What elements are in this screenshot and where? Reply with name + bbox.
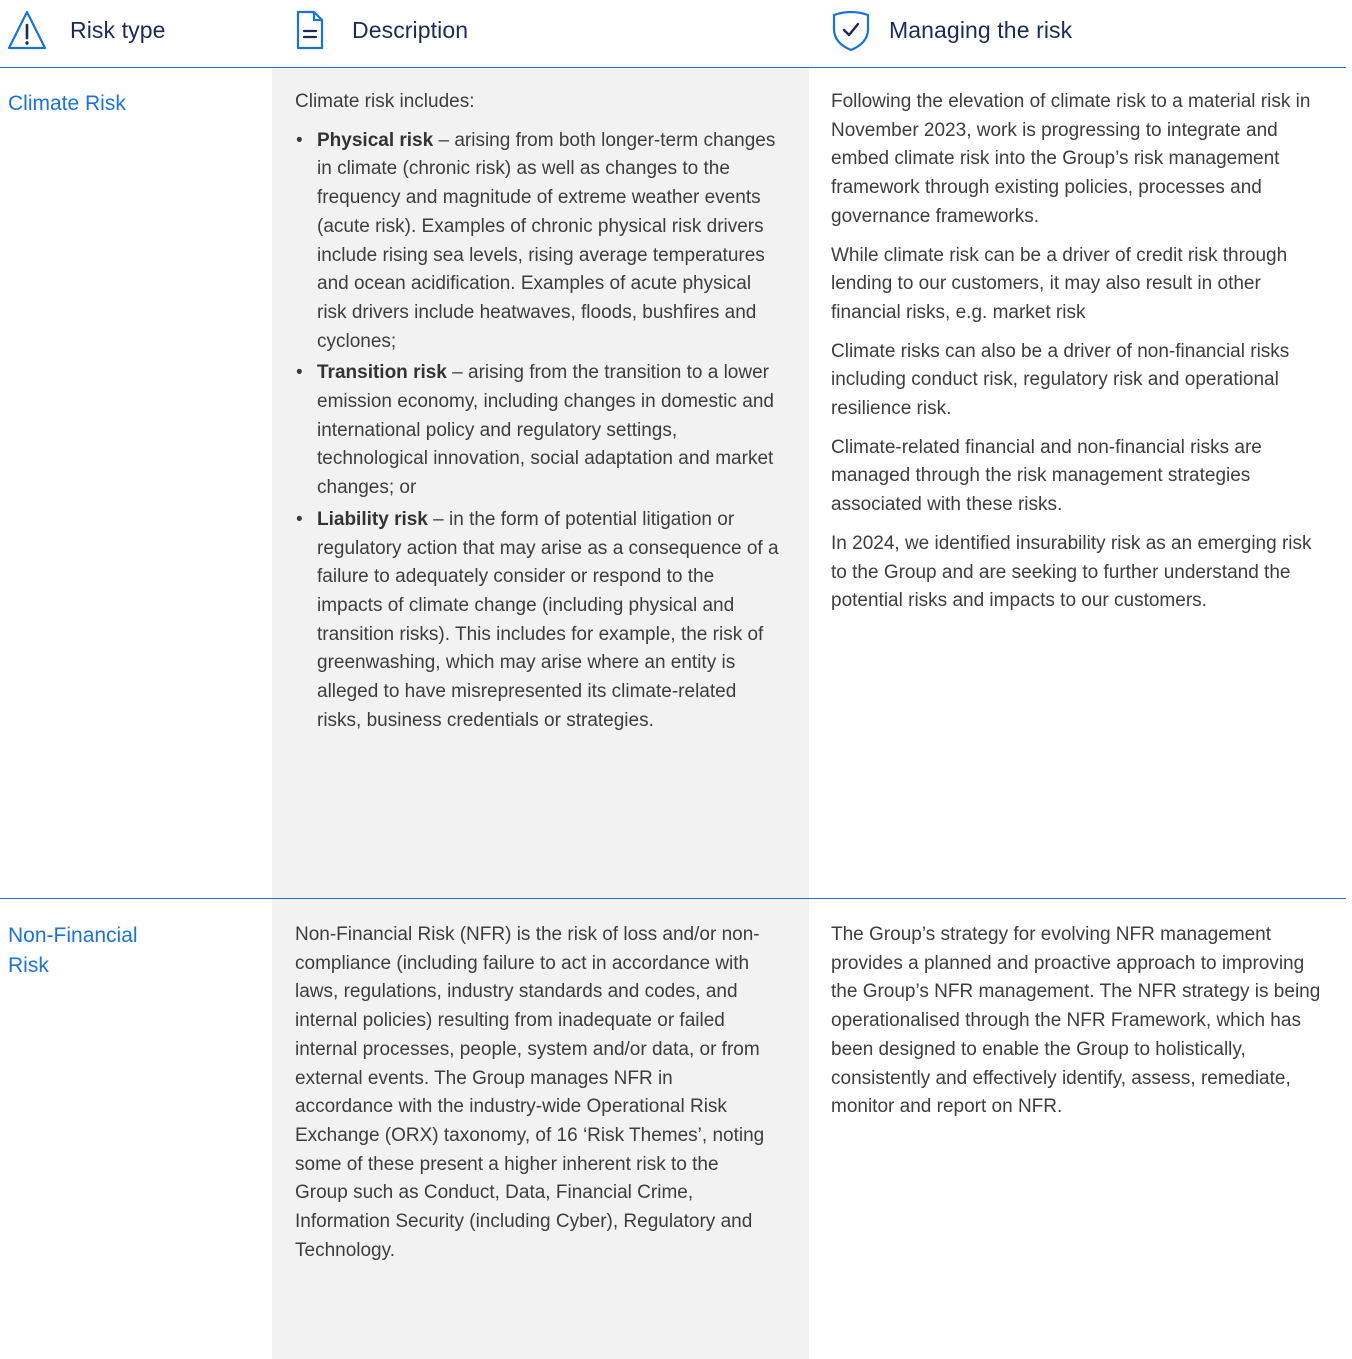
list-item: • Physical risk – arising from both long…	[295, 127, 780, 357]
climate-risk-list: • Physical risk – arising from both long…	[295, 127, 780, 736]
bullet-text: – arising from both longer-term changes …	[317, 129, 776, 352]
managing-paragraph: Climate-related financial and non-financ…	[831, 436, 1262, 516]
warning-triangle-icon	[6, 8, 48, 52]
bullet-term: Physical risk	[317, 129, 434, 151]
bullet-term: Liability risk	[317, 508, 428, 530]
risk-name-climate: Climate Risk	[8, 92, 126, 115]
climate-description-intro: Climate risk includes:	[295, 91, 475, 112]
bullet-dot: •	[296, 362, 303, 384]
managing-paragraph: Following the elevation of climate risk …	[831, 91, 1311, 227]
managing-paragraph: While climate risk can be a driver of cr…	[831, 244, 1288, 323]
bullet-dot: •	[296, 129, 303, 151]
table-header: Risk type Description Managing the risk	[0, 0, 1352, 68]
header-description-label: Description	[352, 16, 469, 43]
nfr-description-text: Non-Financial Risk (NFR) is the risk of …	[295, 924, 765, 1261]
bullet-dot: •	[296, 508, 303, 530]
bullet-text: – in the form of potential litigation or…	[317, 508, 779, 731]
header-risk-type: Risk type	[6, 0, 165, 60]
header-description: Description	[295, 0, 468, 60]
risk-name-non-financial: Non-Financial Risk	[8, 924, 138, 977]
list-item: • Liability risk – in the form of potent…	[295, 506, 780, 736]
shield-check-icon	[831, 7, 871, 53]
document-icon	[295, 8, 325, 52]
managing-paragraph: The Group’s strategy for evolving NFR ma…	[831, 924, 1321, 1118]
climate-managing: Following the elevation of climate risk …	[831, 88, 1331, 626]
header-managing-label: Managing the risk	[889, 16, 1073, 43]
header-risk-type-label: Risk type	[70, 16, 166, 43]
row-divider	[0, 898, 1346, 899]
managing-paragraph: Climate risks can also be a driver of no…	[831, 340, 1290, 420]
bullet-term: Transition risk	[317, 362, 447, 384]
list-item: • Transition risk – arising from the tra…	[295, 359, 780, 503]
header-divider	[0, 67, 1346, 68]
climate-description: Climate risk includes: • Physical risk –…	[295, 88, 780, 738]
header-managing-the-risk: Managing the risk	[831, 0, 1072, 60]
managing-paragraph: In 2024, we identified insurability risk…	[831, 532, 1312, 612]
nfr-managing: The Group’s strategy for evolving NFR ma…	[831, 921, 1331, 1132]
nfr-description: Non-Financial Risk (NFR) is the risk of …	[295, 921, 765, 1265]
